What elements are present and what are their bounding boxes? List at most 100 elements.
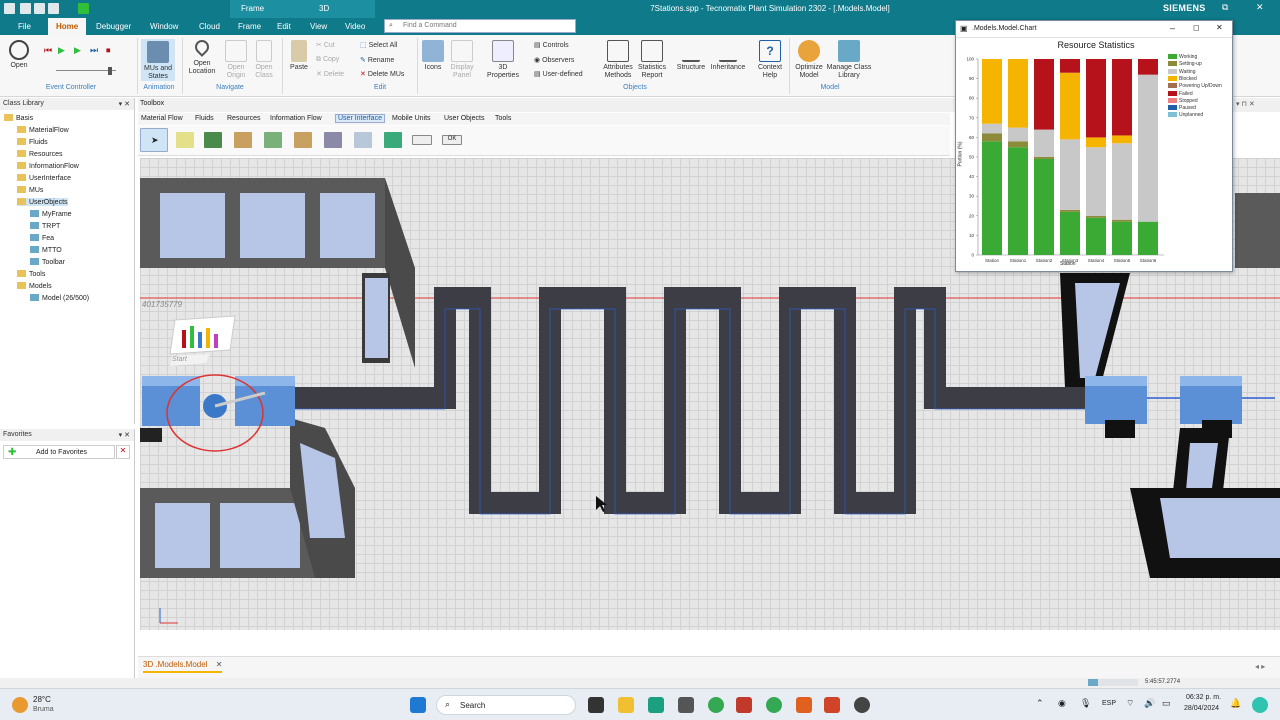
open-location-button[interactable]: Open Location xyxy=(185,37,219,76)
3d-properties-button[interactable]: 3D Properties xyxy=(482,40,524,80)
app-icon-github[interactable] xyxy=(854,697,870,713)
tree-item[interactable]: InformationFlow xyxy=(17,162,79,170)
tab-user-interface[interactable]: User Interface xyxy=(335,114,385,123)
inheritance-button[interactable]: Inheritance xyxy=(708,40,748,72)
paste-button[interactable]: Paste xyxy=(286,40,312,72)
stop-icon[interactable]: ⏹ xyxy=(106,45,111,56)
menu-home[interactable]: Home xyxy=(48,18,87,35)
reset-icon[interactable]: ⏮ xyxy=(44,45,52,56)
menu-cloud[interactable]: Cloud xyxy=(199,22,220,31)
manage-class-library-button[interactable]: Manage Class Library xyxy=(826,40,872,80)
tab-resources[interactable]: Resources xyxy=(227,115,260,122)
context-help-button[interactable]: ? Context Help xyxy=(754,40,786,80)
undo-icon[interactable] xyxy=(48,3,59,14)
language-indicator[interactable]: ESP xyxy=(1102,700,1116,707)
chart-tool[interactable] xyxy=(234,132,252,148)
statistics-report-button[interactable]: Statistics Report xyxy=(636,40,668,80)
speed-slider-thumb[interactable] xyxy=(108,67,112,75)
tree-item[interactable]: MyFrame xyxy=(30,210,72,218)
icons-button[interactable]: Icons xyxy=(420,40,446,72)
document-tab-3d-model[interactable]: 3D .Models.Model ✕ xyxy=(143,660,223,673)
open-origin-button[interactable]: Open Origin xyxy=(220,40,252,80)
tree-item[interactable]: MTTO xyxy=(30,246,62,254)
close-icon[interactable]: ✕ xyxy=(1256,2,1264,13)
menu-window[interactable]: Window xyxy=(150,22,178,31)
tree-item[interactable]: Basis xyxy=(4,114,33,122)
taskbar-search[interactable]: ⌕ Search xyxy=(436,695,576,715)
tree-item[interactable]: UserInterface xyxy=(17,174,71,182)
step-icon[interactable]: ▶ xyxy=(74,45,81,56)
sankey-tool[interactable] xyxy=(264,132,282,148)
tab-information-flow[interactable]: Information Flow xyxy=(270,115,322,122)
user-defined-button[interactable]: ▤ User-defined xyxy=(534,70,583,78)
microphone-icon[interactable]: 🎙 xyxy=(1080,698,1091,709)
open-event-controller-button[interactable]: Open xyxy=(4,40,34,70)
tab-tools[interactable]: Tools xyxy=(495,115,511,122)
tree-item[interactable]: TRPT xyxy=(30,222,60,230)
tab-material-flow[interactable]: Material Flow xyxy=(141,115,183,122)
store-icon[interactable] xyxy=(678,697,694,713)
chart-window[interactable]: ▣ .Models.Model.Chart – ◻ ✕ 0 10 20 30 40 50 6… xyxy=(955,20,1233,272)
bottleneck-tool[interactable] xyxy=(324,132,342,148)
command-search-input[interactable]: ⌕ Find a Command xyxy=(384,19,576,33)
tree-item[interactable]: Tools xyxy=(17,270,45,278)
matlab-icon[interactable] xyxy=(796,697,812,713)
dropdown-tool[interactable] xyxy=(412,135,432,145)
tab-user-objects[interactable]: User Objects xyxy=(444,115,484,122)
maximize-icon[interactable]: ◻ xyxy=(1193,23,1200,32)
chart-object-icon[interactable] xyxy=(169,315,236,355)
save-icon[interactable] xyxy=(34,3,45,14)
delete-mus-button[interactable]: ✕ Delete MUs xyxy=(360,70,404,78)
display-tool[interactable] xyxy=(204,132,222,148)
display-panel-button[interactable]: Display Panel xyxy=(448,40,476,80)
task-view-icon[interactable] xyxy=(588,697,604,713)
menu-file[interactable]: File xyxy=(18,22,31,31)
menu-edit[interactable]: Edit xyxy=(277,22,291,31)
remove-favorite-icon[interactable]: ✕ xyxy=(116,445,130,459)
volume-icon[interactable]: 🔊 xyxy=(1144,698,1155,709)
tree-item[interactable]: Resources xyxy=(17,150,62,158)
tree-item[interactable]: Model (26/500) xyxy=(30,294,89,302)
start-icon[interactable] xyxy=(78,3,89,14)
menu-video[interactable]: Video xyxy=(345,22,365,31)
optimize-model-button[interactable]: Optimize Model xyxy=(792,40,826,80)
observers-button[interactable]: ◉ Observers xyxy=(534,56,574,64)
checkbox-tool[interactable] xyxy=(384,132,402,148)
fast-forward-icon[interactable]: ⏭ xyxy=(90,45,98,56)
toolbox-pin-icon[interactable]: ▾ ⊓ ✕ xyxy=(1236,100,1255,108)
tree-item[interactable]: Fea xyxy=(30,234,54,242)
weather-icon[interactable] xyxy=(12,697,28,713)
delete-button[interactable]: ✕ Delete xyxy=(316,70,344,78)
menu-frame[interactable]: Frame xyxy=(238,22,261,31)
chrome-icon[interactable] xyxy=(708,697,724,713)
speed-slider[interactable] xyxy=(46,67,130,75)
tree-item[interactable]: UserObjects xyxy=(17,198,68,206)
solidworks-icon[interactable] xyxy=(736,697,752,713)
tree-item[interactable]: MUs xyxy=(17,186,43,194)
tab-fluids[interactable]: Fluids xyxy=(195,115,214,122)
pointer-tool[interactable]: ➤ xyxy=(140,128,168,152)
favorites-close-icon[interactable]: ▾ ✕ xyxy=(119,431,130,439)
tab-scroll-arrows[interactable]: ◂ ▸ xyxy=(1255,662,1265,671)
panel-pin-icon[interactable]: ▾ ✕ xyxy=(119,100,130,108)
ok-button-tool[interactable]: OK xyxy=(442,135,462,145)
tree-item[interactable]: Models xyxy=(17,282,52,290)
tree-item[interactable]: MaterialFlow xyxy=(17,126,69,134)
tab-close-icon[interactable]: ✕ xyxy=(216,660,223,669)
restore-icon[interactable]: ⧉ xyxy=(1222,2,1228,13)
new-file-icon[interactable] xyxy=(20,3,31,14)
copilot-icon[interactable] xyxy=(1252,697,1268,713)
plant-simulation-icon[interactable] xyxy=(824,697,840,713)
attributes-methods-button[interactable]: Attributes Methods xyxy=(600,40,636,80)
report-tool[interactable] xyxy=(294,132,312,148)
wifi-icon[interactable]: ⌔ xyxy=(1126,698,1134,709)
close-icon[interactable]: ✕ xyxy=(1216,23,1223,32)
file-explorer-icon[interactable] xyxy=(618,697,634,713)
notification-icon[interactable]: 🔔 xyxy=(1230,698,1241,709)
rename-button[interactable]: ✎ Rename xyxy=(360,56,394,64)
cut-button[interactable]: ✂ Cut xyxy=(316,41,335,49)
window-controls[interactable]: ⧉ ✕ xyxy=(1218,2,1274,16)
tree-item[interactable]: Toolbar xyxy=(30,258,65,266)
dialog-tool[interactable] xyxy=(354,132,372,148)
menu-view[interactable]: View xyxy=(310,22,327,31)
